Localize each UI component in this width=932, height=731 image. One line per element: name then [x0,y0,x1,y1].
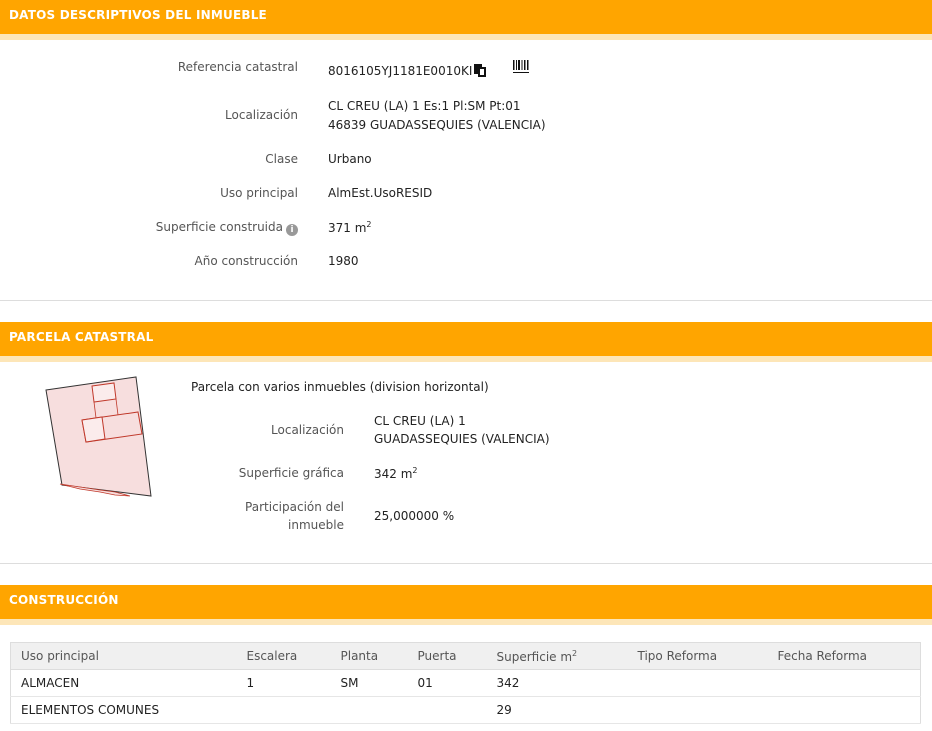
cell-puerta [407,696,487,724]
value-participacion: 25,000000 % [374,509,455,523]
section-title: PARCELA CATASTRAL [9,330,154,344]
cell-planta [330,696,408,724]
section-header-construccion: CONSTRUCCIÓN [0,585,932,625]
value-referencia-catastral: 8016105YJ1181E0010KI [328,64,487,78]
col-superficie-text: Superficie m [496,649,573,664]
col-uso-principal: Uso principal [10,642,237,670]
cell-escalera: 1 [236,669,331,697]
value-clase: Urbano [328,152,372,166]
col-tipo-reforma: Tipo Reforma [627,642,768,670]
cell-uso: ALMACEN [10,669,237,697]
cell-planta: SM [330,669,408,697]
cell-puerta: 01 [407,669,487,697]
cell-tipo-reforma [627,669,768,697]
value-anio-construccion: 1980 [328,254,359,268]
sup-grafica-number: 342 m [374,467,413,481]
col-superficie-exp: 2 [572,648,578,658]
label-superficie-construida: Superficie construida i [156,220,298,236]
value-localizacion-line1: CL CREU (LA) 1 Es:1 Pl:SM Pt:01 [328,99,521,113]
construccion-table: Uso principal Escalera Planta Puerta Sup… [10,642,921,724]
label-participacion-line2: inmueble [288,518,344,532]
datos-descriptivos-panel [0,40,932,301]
cell-superficie: 342 [486,669,628,697]
copy-icon[interactable] [474,64,487,77]
section-header-parcela-catastral: PARCELA CATASTRAL [0,322,932,362]
label-superficie-grafica: Superficie gráfica [238,466,344,480]
col-fecha-reforma: Fecha Reforma [767,642,921,670]
label-localizacion: Localización [225,108,298,122]
info-icon[interactable]: i [286,224,298,236]
barcode-icon[interactable] [513,60,529,74]
value-parcela-localizacion-line2: GUADASSEQUIES (VALENCIA) [374,432,550,446]
col-puerta: Puerta [407,642,487,670]
parcela-title: Parcela con varios inmuebles (division h… [191,380,489,394]
label-uso-principal: Uso principal [220,186,298,200]
value-superficie-construida: 371 m2 [328,220,372,235]
sup-construida-exp: 2 [366,220,372,229]
cell-uso: ELEMENTOS COMUNES [10,696,237,724]
section-header-datos-descriptivos: DATOS DESCRIPTIVOS DEL INMUEBLE [0,0,932,40]
value-localizacion-line2: 46839 GUADASSEQUIES (VALENCIA) [328,118,546,132]
label-anio-construccion: Año construcción [194,254,299,268]
cell-tipo-reforma [627,696,768,724]
label-participacion-line1: Participación del [245,500,344,514]
col-superficie: Superficie m2 [486,642,628,670]
table-row: ELEMENTOS COMUNES 29 [10,696,921,724]
cell-fecha-reforma [767,696,921,724]
parcel-map-image[interactable] [40,372,160,502]
value-uso-principal: AlmEst.UsoRESID [328,186,433,200]
label-parcela-localizacion: Localización [271,423,344,437]
table-header-row: Uso principal Escalera Planta Puerta Sup… [10,642,921,670]
sup-construida-number: 371 m [328,221,367,235]
section-title: CONSTRUCCIÓN [9,593,119,607]
cell-escalera [236,696,331,724]
label-referencia-catastral: Referencia catastral [177,60,298,74]
cell-fecha-reforma [767,669,921,697]
referencia-text[interactable]: 8016105YJ1181E0010KI [328,64,472,78]
col-escalera: Escalera [236,642,331,670]
label-clase: Clase [265,152,298,166]
table-row: ALMACEN 1 SM 01 342 [10,669,921,697]
col-planta: Planta [330,642,408,670]
value-superficie-grafica: 342 m2 [374,466,418,481]
label-superficie-construida-text: Superficie construida [155,220,283,234]
section-title: DATOS DESCRIPTIVOS DEL INMUEBLE [9,8,267,22]
value-parcela-localizacion-line1: CL CREU (LA) 1 [374,414,466,428]
sup-grafica-exp: 2 [412,466,418,475]
cell-superficie: 29 [486,696,628,724]
